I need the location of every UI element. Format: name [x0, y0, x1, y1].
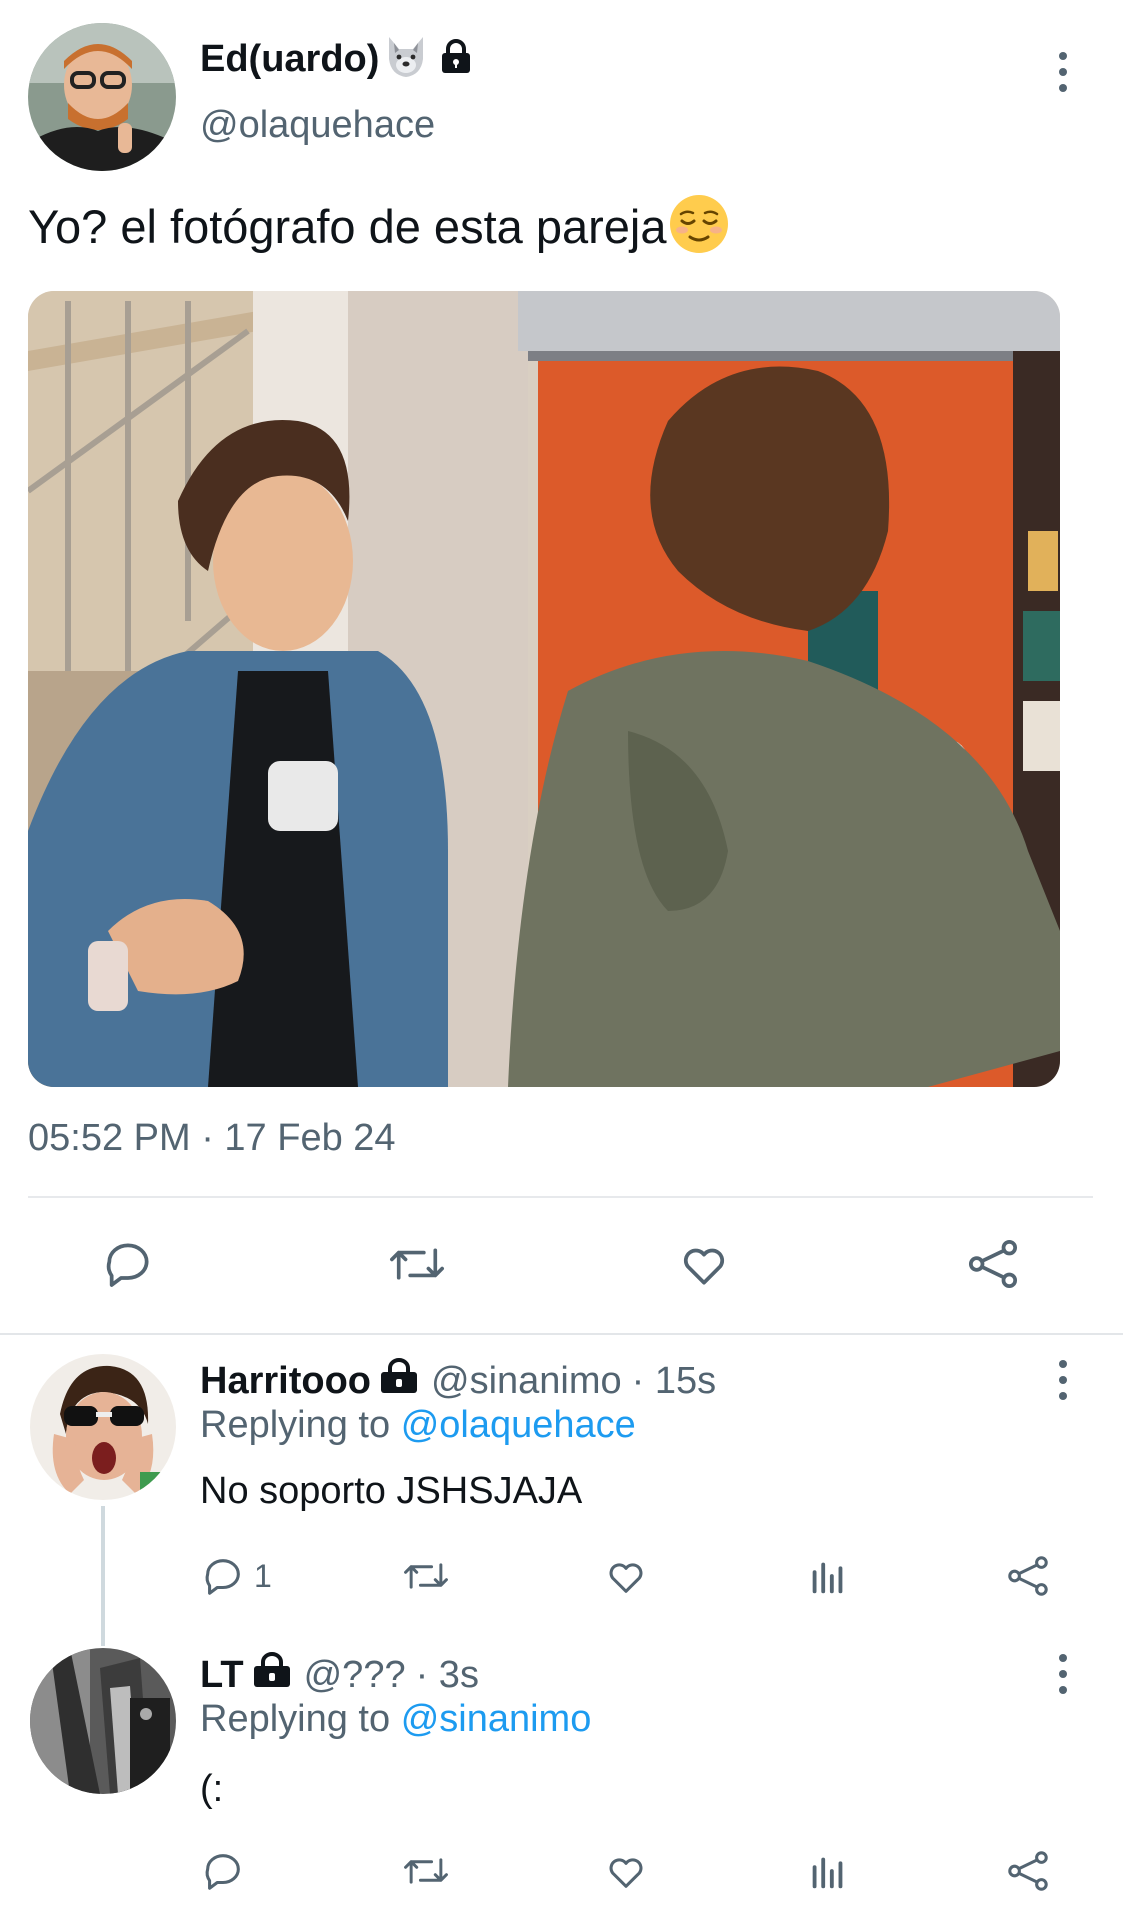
author-avatar[interactable] — [28, 23, 176, 171]
wolf-emoji — [383, 35, 429, 84]
replying-to-label: Replying to — [200, 1404, 391, 1446]
reply-time: · 15s — [631, 1359, 717, 1402]
author-handle[interactable]: @olaquehace — [200, 104, 435, 147]
share-icon[interactable] — [1005, 1553, 1051, 1599]
reply-icon[interactable] — [200, 1553, 246, 1599]
relieved-face-emoji — [668, 193, 730, 260]
reply-text: (: — [200, 1768, 224, 1810]
divider — [28, 1196, 1093, 1198]
replying-to-link[interactable]: @olaquehace — [401, 1404, 636, 1446]
reply-author-handle[interactable]: @??? — [304, 1654, 406, 1697]
lock-icon — [379, 1357, 419, 1405]
like-icon[interactable] — [603, 1553, 649, 1599]
replying-to-label: Replying to — [200, 1698, 391, 1740]
reply-icon[interactable] — [100, 1236, 156, 1292]
more-icon[interactable] — [1053, 52, 1073, 92]
analytics-icon[interactable] — [805, 1848, 851, 1894]
reply-avatar[interactable] — [30, 1648, 176, 1794]
reply-author-name[interactable]: Harritooo — [200, 1360, 371, 1403]
reply-count: 1 — [254, 1557, 272, 1594]
tweet-text: Yo? el fotógrafo de esta pareja — [28, 199, 667, 253]
thread-line — [101, 1506, 105, 1646]
reply-avatar[interactable] — [30, 1354, 176, 1500]
tweet-timestamp: 05:52 PM · 17 Feb 24 — [28, 1117, 396, 1159]
retweet-icon[interactable] — [400, 1553, 452, 1599]
more-icon[interactable] — [1053, 1654, 1073, 1694]
analytics-icon[interactable] — [805, 1553, 851, 1599]
share-icon[interactable] — [1005, 1848, 1051, 1894]
lock-icon — [439, 38, 473, 80]
reply-time: · 3s — [415, 1653, 479, 1696]
reply-author-handle[interactable]: @sinanimo — [431, 1360, 622, 1403]
reply-text: No soporto JSHSJAJA — [200, 1470, 583, 1512]
retweet-icon[interactable] — [385, 1236, 449, 1292]
like-icon[interactable] — [603, 1848, 649, 1894]
reply-author-name[interactable]: LT — [200, 1654, 244, 1697]
tweet-media-photo[interactable] — [28, 291, 1060, 1087]
more-icon[interactable] — [1053, 1360, 1073, 1400]
reply-icon[interactable] — [200, 1848, 246, 1894]
like-icon[interactable] — [676, 1236, 732, 1292]
section-divider — [0, 1333, 1123, 1335]
author-name[interactable]: Ed(uardo) — [200, 38, 379, 81]
retweet-icon[interactable] — [400, 1848, 452, 1894]
share-icon[interactable] — [965, 1236, 1021, 1292]
replying-to-link[interactable]: @sinanimo — [401, 1698, 592, 1740]
lock-icon — [252, 1651, 292, 1699]
